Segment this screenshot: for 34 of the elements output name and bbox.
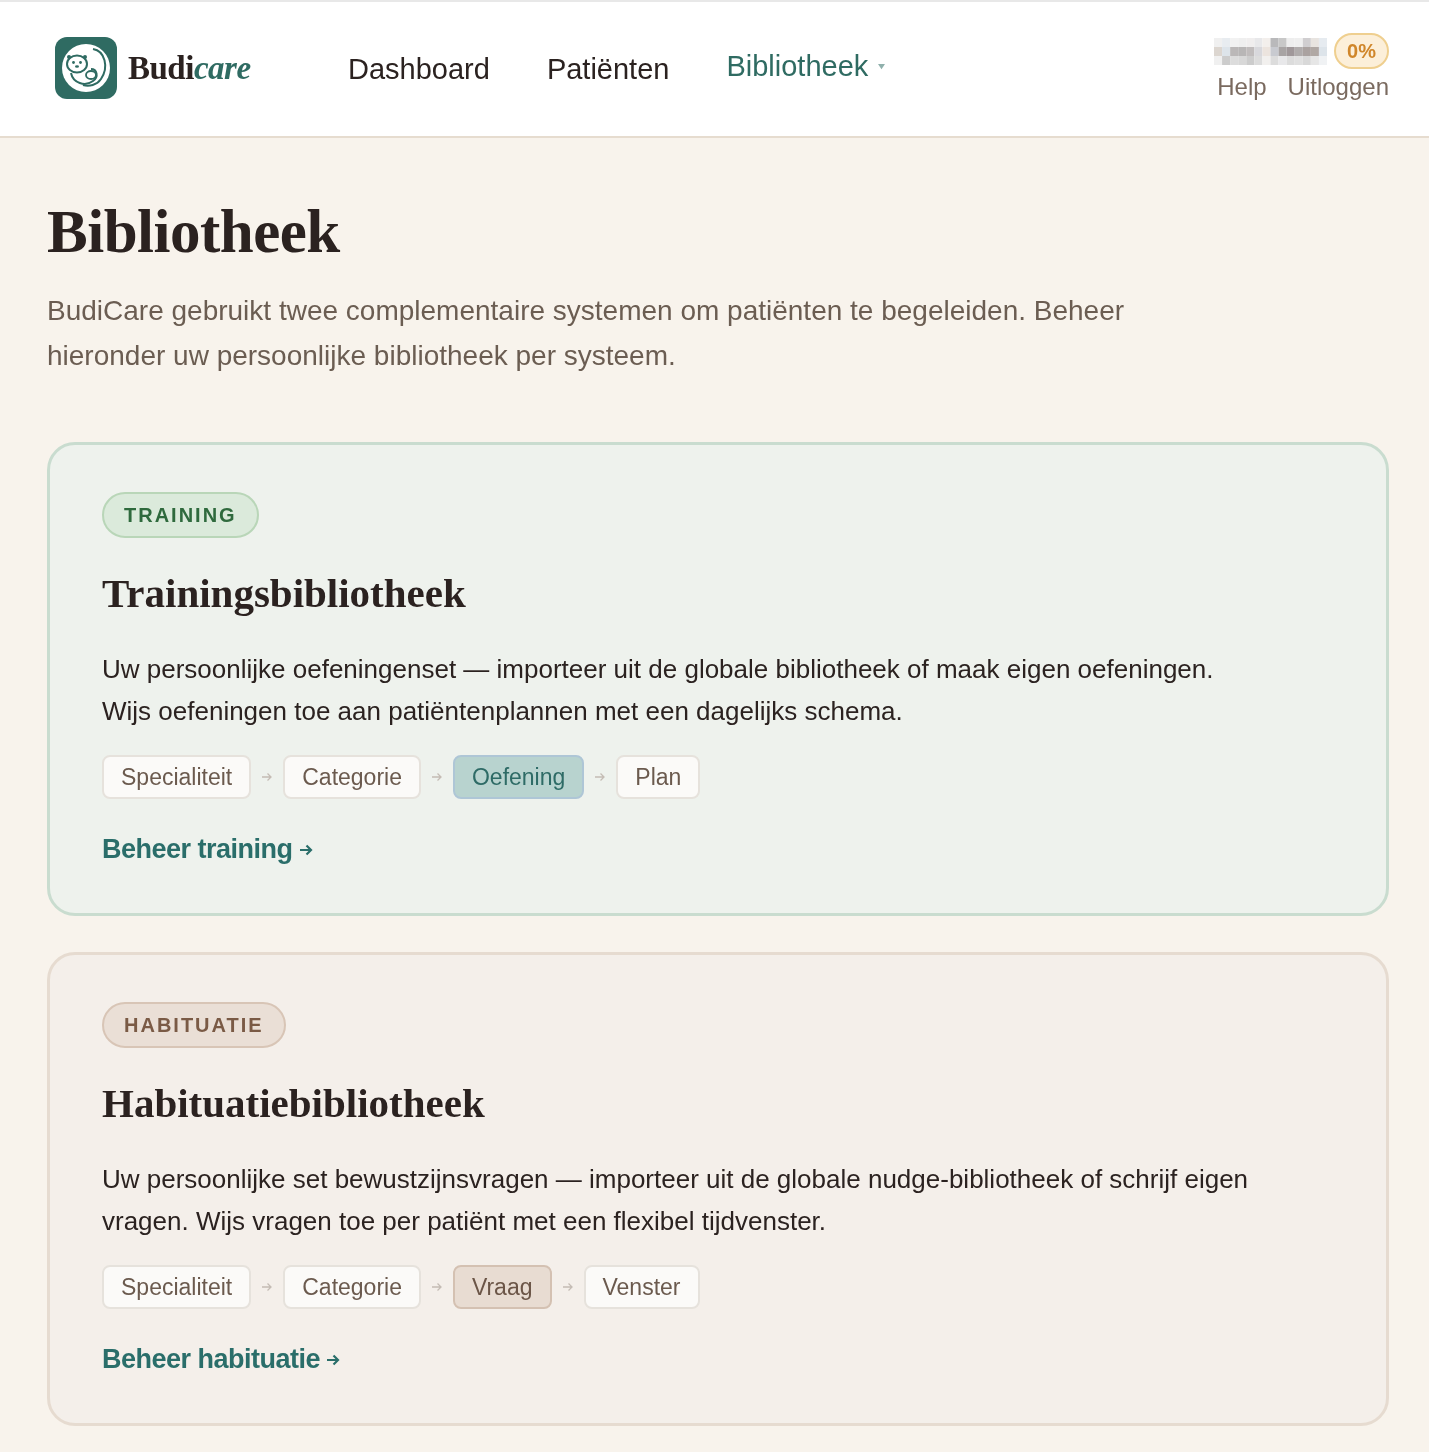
- category-tag: HABITUATIE: [102, 1002, 286, 1048]
- step-chip: Vraag: [452, 1265, 552, 1309]
- step-chip: Categorie: [283, 755, 421, 799]
- step-chip: Specialiteit: [102, 755, 252, 799]
- card-title: Trainingsbibliotheek: [102, 569, 466, 618]
- header-link[interactable]: Uitloggen: [1287, 73, 1389, 101]
- step-chip: Oefening: [452, 755, 585, 799]
- step-chip: Categorie: [283, 1265, 421, 1309]
- manage-link[interactable]: Beheer training: [102, 834, 313, 865]
- progress-badge: 0%: [1334, 33, 1389, 69]
- arrow-icon: [298, 843, 313, 856]
- nav-link[interactable]: Patiënten: [546, 52, 670, 86]
- brand-name[interactable]: Budicare: [128, 49, 251, 87]
- card-title: Habituatiebibliotheek: [102, 1079, 485, 1128]
- nav-link[interactable]: Bibliotheek: [726, 49, 887, 83]
- nav-link[interactable]: Dashboard: [348, 52, 490, 86]
- arrow-icon: [594, 772, 607, 782]
- card-description: Uw persoonlijke set bewustzijnsvragen — importeer uit de globale nudge-bibliotheek of schrijf eigen vragen. Wijs vragen toe per patiënt met een flexibel tijdvenster.: [102, 1163, 1250, 1238]
- otter-logo-icon[interactable]: [55, 37, 117, 99]
- step-chip: Specialiteit: [102, 1265, 252, 1309]
- step-chip: Venster: [583, 1265, 700, 1309]
- step-chip: Plan: [616, 755, 701, 799]
- header-link[interactable]: Help: [1217, 73, 1267, 101]
- arrow-icon: [561, 1282, 574, 1292]
- page-title: Bibliotheek: [47, 197, 341, 267]
- page-intro: BudiCare gebruikt twee complementaire systemen om patiënten te begeleiden. Beheer hieronder uw persoonlijke bibliotheek per systeem.: [47, 294, 1126, 373]
- arrow-icon: [261, 772, 274, 782]
- arrow-icon: [261, 1282, 274, 1292]
- arrow-icon: [430, 772, 443, 782]
- card-description: Uw persoonlijke oefeningenset — importeer uit de globale bibliotheek of maak eigen oefeningen. Wijs oefeningen toe aan patiëntenplannen met een dagelijks schema.: [102, 653, 1215, 728]
- category-tag: TRAINING: [102, 492, 259, 538]
- arrow-icon: [430, 1282, 443, 1292]
- manage-link[interactable]: Beheer habituatie: [102, 1344, 341, 1375]
- arrow-icon: [326, 1353, 341, 1366]
